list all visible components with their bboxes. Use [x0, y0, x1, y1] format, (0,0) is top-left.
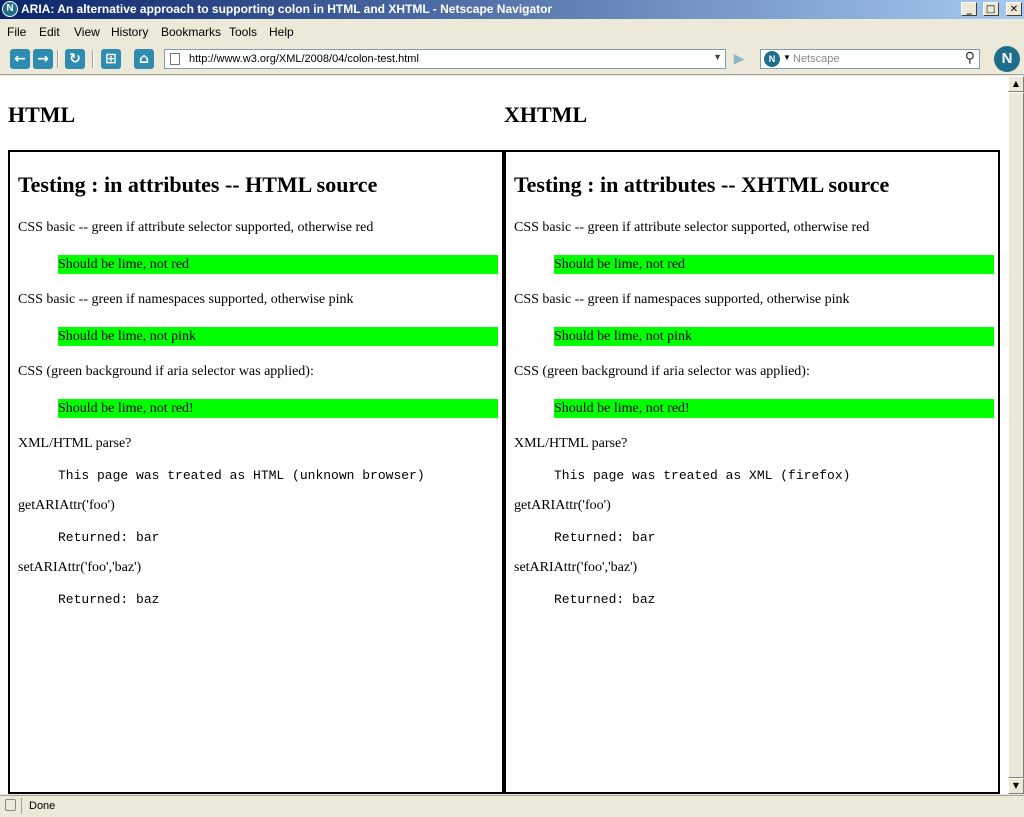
- css-aria-label: CSS (green background if aria selector w…: [18, 364, 314, 379]
- css-attr-label: CSS basic -- green if attribute selector…: [18, 220, 374, 235]
- search-placeholder[interactable]: Netscape: [793, 53, 839, 65]
- parse-result: This page was treated as HTML (unknown b…: [58, 468, 425, 483]
- title-bar: N ARIA: An alternative approach to suppo…: [0, 0, 1024, 19]
- menu-file[interactable]: File: [7, 25, 26, 39]
- status-separator: [21, 798, 22, 814]
- url-text[interactable]: http://www.w3.org/XML/2008/04/colon-test…: [189, 53, 419, 65]
- search-engine-icon[interactable]: N: [764, 51, 780, 67]
- toolbar-separator: [57, 50, 59, 68]
- css-aria-label: CSS (green background if aria selector w…: [514, 364, 810, 379]
- menu-bar: File Edit View History Bookmarks Tools H…: [0, 22, 1024, 42]
- status-text: Done: [29, 800, 56, 812]
- close-button[interactable]: ✕: [1006, 2, 1022, 16]
- menu-help[interactable]: Help: [269, 25, 294, 39]
- css-attr-test-box: Should be lime, not red: [58, 255, 498, 274]
- scrollbar-thumb[interactable]: [1008, 92, 1024, 778]
- css-aria-test-box: Should be lime, not red!: [58, 399, 498, 418]
- frame-title: Testing : in attributes -- XHTML source: [514, 172, 890, 197]
- page-icon: [170, 53, 180, 65]
- frame-title: Testing : in attributes -- HTML source: [18, 172, 378, 197]
- set-attr-label: setARIAttr('foo','baz'): [18, 560, 142, 575]
- get-attr-label: getARIAttr('foo'): [514, 498, 611, 513]
- toolbar-separator: [92, 50, 94, 68]
- menu-tools[interactable]: Tools: [229, 25, 257, 39]
- parse-label: XML/HTML parse?: [18, 436, 132, 451]
- search-box[interactable]: N ▼ Netscape ⚲: [760, 49, 980, 69]
- scroll-down-icon[interactable]: ▼: [1008, 778, 1024, 794]
- search-engine-dropdown-icon[interactable]: ▼: [783, 53, 791, 62]
- window-title: ARIA: An alternative approach to support…: [21, 2, 553, 16]
- get-attr-result: Returned: bar: [58, 530, 160, 545]
- scroll-up-icon[interactable]: ▲: [1008, 76, 1024, 92]
- menu-view[interactable]: View: [74, 25, 100, 39]
- set-attr-label: setARIAttr('foo','baz'): [514, 560, 638, 575]
- maximize-button[interactable]: □: [982, 2, 999, 16]
- get-attr-result: Returned: bar: [554, 530, 656, 545]
- back-icon[interactable]: ←: [10, 49, 30, 69]
- menu-bookmarks[interactable]: Bookmarks: [161, 25, 221, 39]
- menu-edit[interactable]: Edit: [39, 25, 60, 39]
- xhtml-heading: XHTML: [504, 102, 588, 127]
- parse-label: XML/HTML parse?: [514, 436, 628, 451]
- status-bar: Done: [0, 795, 1024, 817]
- css-namespace-test-box: Should be lime, not pink: [554, 327, 994, 346]
- security-lock-icon[interactable]: [5, 799, 16, 811]
- css-attr-label: CSS basic -- green if attribute selector…: [514, 220, 870, 235]
- vertical-scrollbar[interactable]: ▲ ▼: [1008, 76, 1024, 794]
- css-aria-test-box: Should be lime, not red!: [554, 399, 994, 418]
- search-icon[interactable]: ⚲: [965, 50, 975, 66]
- html-frame: Testing : in attributes -- HTML source C…: [8, 150, 504, 794]
- reload-icon[interactable]: ↻: [65, 49, 85, 69]
- css-namespace-test-box: Should be lime, not pink: [58, 327, 498, 346]
- menu-history[interactable]: History: [111, 25, 148, 39]
- go-icon[interactable]: ▶: [729, 50, 749, 68]
- set-attr-result: Returned: baz: [554, 592, 656, 607]
- netscape-app-icon[interactable]: N: [2, 1, 18, 17]
- xhtml-frame: Testing : in attributes -- XHTML source …: [504, 150, 1000, 794]
- window-controls: _ □ ✕: [960, 2, 1022, 20]
- css-namespace-label: CSS basic -- green if namespaces support…: [18, 292, 354, 307]
- parse-result: This page was treated as XML (firefox): [554, 468, 851, 483]
- get-attr-label: getARIAttr('foo'): [18, 498, 115, 513]
- minimize-button[interactable]: _: [961, 2, 978, 16]
- new-tab-icon[interactable]: ⊞: [101, 49, 121, 69]
- html-heading: HTML: [8, 102, 76, 127]
- set-attr-result: Returned: baz: [58, 592, 160, 607]
- home-icon[interactable]: ⌂: [134, 49, 154, 69]
- forward-icon[interactable]: →: [33, 49, 53, 69]
- page-content: HTML XHTML Testing : in attributes -- HT…: [0, 76, 1008, 794]
- netscape-logo-icon: N: [994, 46, 1020, 72]
- url-dropdown-icon[interactable]: ▼: [713, 52, 722, 62]
- address-bar[interactable]: http://www.w3.org/XML/2008/04/colon-test…: [164, 49, 726, 69]
- css-namespace-label: CSS basic -- green if namespaces support…: [514, 292, 850, 307]
- css-attr-test-box: Should be lime, not red: [554, 255, 994, 274]
